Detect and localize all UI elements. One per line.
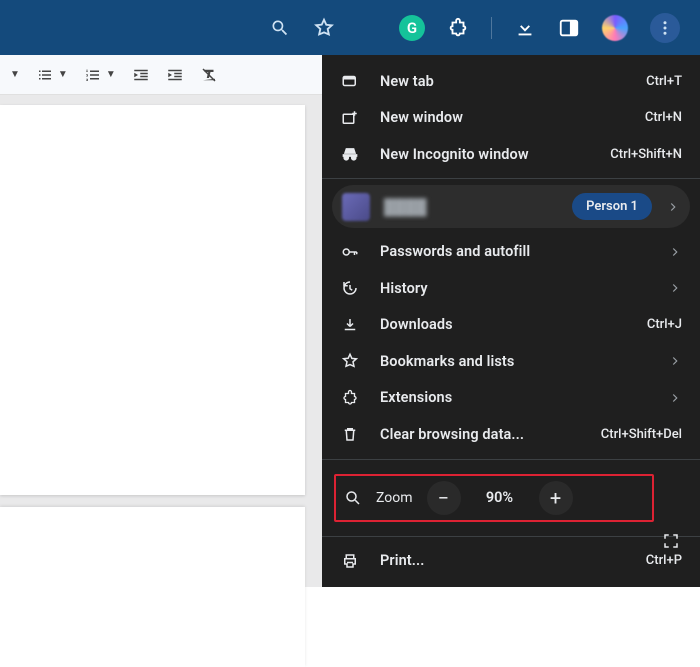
menu-label: Clear browsing data... <box>380 426 581 443</box>
puzzle-icon <box>340 388 360 408</box>
menu-shortcut: Ctrl+N <box>645 110 682 125</box>
menu-print[interactable]: Print... Ctrl+P <box>322 542 700 578</box>
profile-avatar-icon[interactable] <box>602 15 628 41</box>
new-window-icon <box>340 108 360 128</box>
profile-badge: Person 1 <box>572 193 652 220</box>
menu-extensions[interactable]: Extensions <box>322 380 700 416</box>
increase-indent-button[interactable] <box>166 66 184 84</box>
menu-label: Print... <box>380 552 626 569</box>
menu-label: New tab <box>380 73 626 90</box>
browser-top-bar: G <box>0 0 700 55</box>
menu-incognito[interactable]: New Incognito window Ctrl+Shift+N <box>322 136 700 172</box>
menu-profile-row[interactable]: ████ Person 1 <box>332 185 690 227</box>
menu-clear-browsing[interactable]: Clear browsing data... Ctrl+Shift+Del <box>322 416 700 452</box>
incognito-icon <box>340 144 360 164</box>
menu-label: Bookmarks and lists <box>380 353 648 370</box>
key-icon <box>340 242 360 262</box>
menu-label: New Incognito window <box>380 146 590 163</box>
menu-label: Extensions <box>380 389 648 406</box>
toolbar-separator <box>491 17 492 39</box>
download-icon[interactable] <box>514 17 536 39</box>
document-page <box>0 105 305 495</box>
menu-shortcut: Ctrl+T <box>646 74 682 89</box>
chevron-right-icon <box>668 391 682 405</box>
menu-passwords[interactable]: Passwords and autofill <box>322 234 700 270</box>
extensions-puzzle-icon[interactable] <box>447 17 469 39</box>
decrease-indent-button[interactable] <box>132 66 150 84</box>
chevron-right-icon <box>668 354 682 368</box>
menu-downloads[interactable]: Downloads Ctrl+J <box>322 307 700 343</box>
clear-formatting-button[interactable] <box>200 66 218 84</box>
grammarly-icon[interactable]: G <box>399 15 425 41</box>
menu-label: Passwords and autofill <box>380 243 648 260</box>
chrome-menu: New tab Ctrl+T New window Ctrl+N New Inc… <box>322 55 700 587</box>
kebab-menu-icon[interactable] <box>650 13 680 43</box>
star-icon[interactable] <box>313 17 335 39</box>
menu-new-tab[interactable]: New tab Ctrl+T <box>322 63 700 99</box>
menu-divider <box>322 178 700 179</box>
menu-bookmarks[interactable]: Bookmarks and lists <box>322 343 700 379</box>
zoom-icon <box>344 489 362 507</box>
trash-icon <box>340 424 360 444</box>
menu-label: New window <box>380 109 625 126</box>
menu-divider <box>322 536 700 537</box>
star-icon <box>340 351 360 371</box>
history-icon <box>340 278 360 298</box>
profile-avatar-icon <box>342 193 370 221</box>
zoom-value: 90% <box>475 489 525 506</box>
menu-history[interactable]: History <box>322 270 700 306</box>
zoom-in-button[interactable]: + <box>539 481 573 515</box>
print-icon <box>340 551 360 571</box>
zoom-out-button[interactable]: − <box>427 481 461 515</box>
menu-shortcut: Ctrl+J <box>647 317 682 332</box>
menu-zoom-highlight: Zoom − 90% + <box>334 474 654 522</box>
bullet-list-button[interactable]: ▼ <box>36 66 68 84</box>
menu-label: Downloads <box>380 316 627 333</box>
document-page-next <box>0 507 305 667</box>
menu-shortcut: Ctrl+Shift+N <box>610 147 682 162</box>
menu-shortcut: Ctrl+P <box>646 553 682 568</box>
chevron-right-icon <box>668 281 682 295</box>
chevron-right-icon <box>666 200 680 214</box>
new-tab-icon <box>340 71 360 91</box>
menu-label: History <box>380 280 648 297</box>
download-icon <box>340 315 360 335</box>
side-panel-icon[interactable] <box>558 17 580 39</box>
menu-new-window[interactable]: New window Ctrl+N <box>322 99 700 135</box>
chevron-right-icon <box>668 245 682 259</box>
profile-name: ████ <box>384 198 558 216</box>
menu-shortcut: Ctrl+Shift+Del <box>601 427 682 442</box>
dropdown-caret-icon[interactable]: ▼ <box>10 69 20 80</box>
numbered-list-button[interactable]: ▼ <box>84 66 116 84</box>
menu-divider <box>322 459 700 460</box>
search-icon[interactable] <box>269 17 291 39</box>
menu-label: Zoom <box>376 490 413 506</box>
